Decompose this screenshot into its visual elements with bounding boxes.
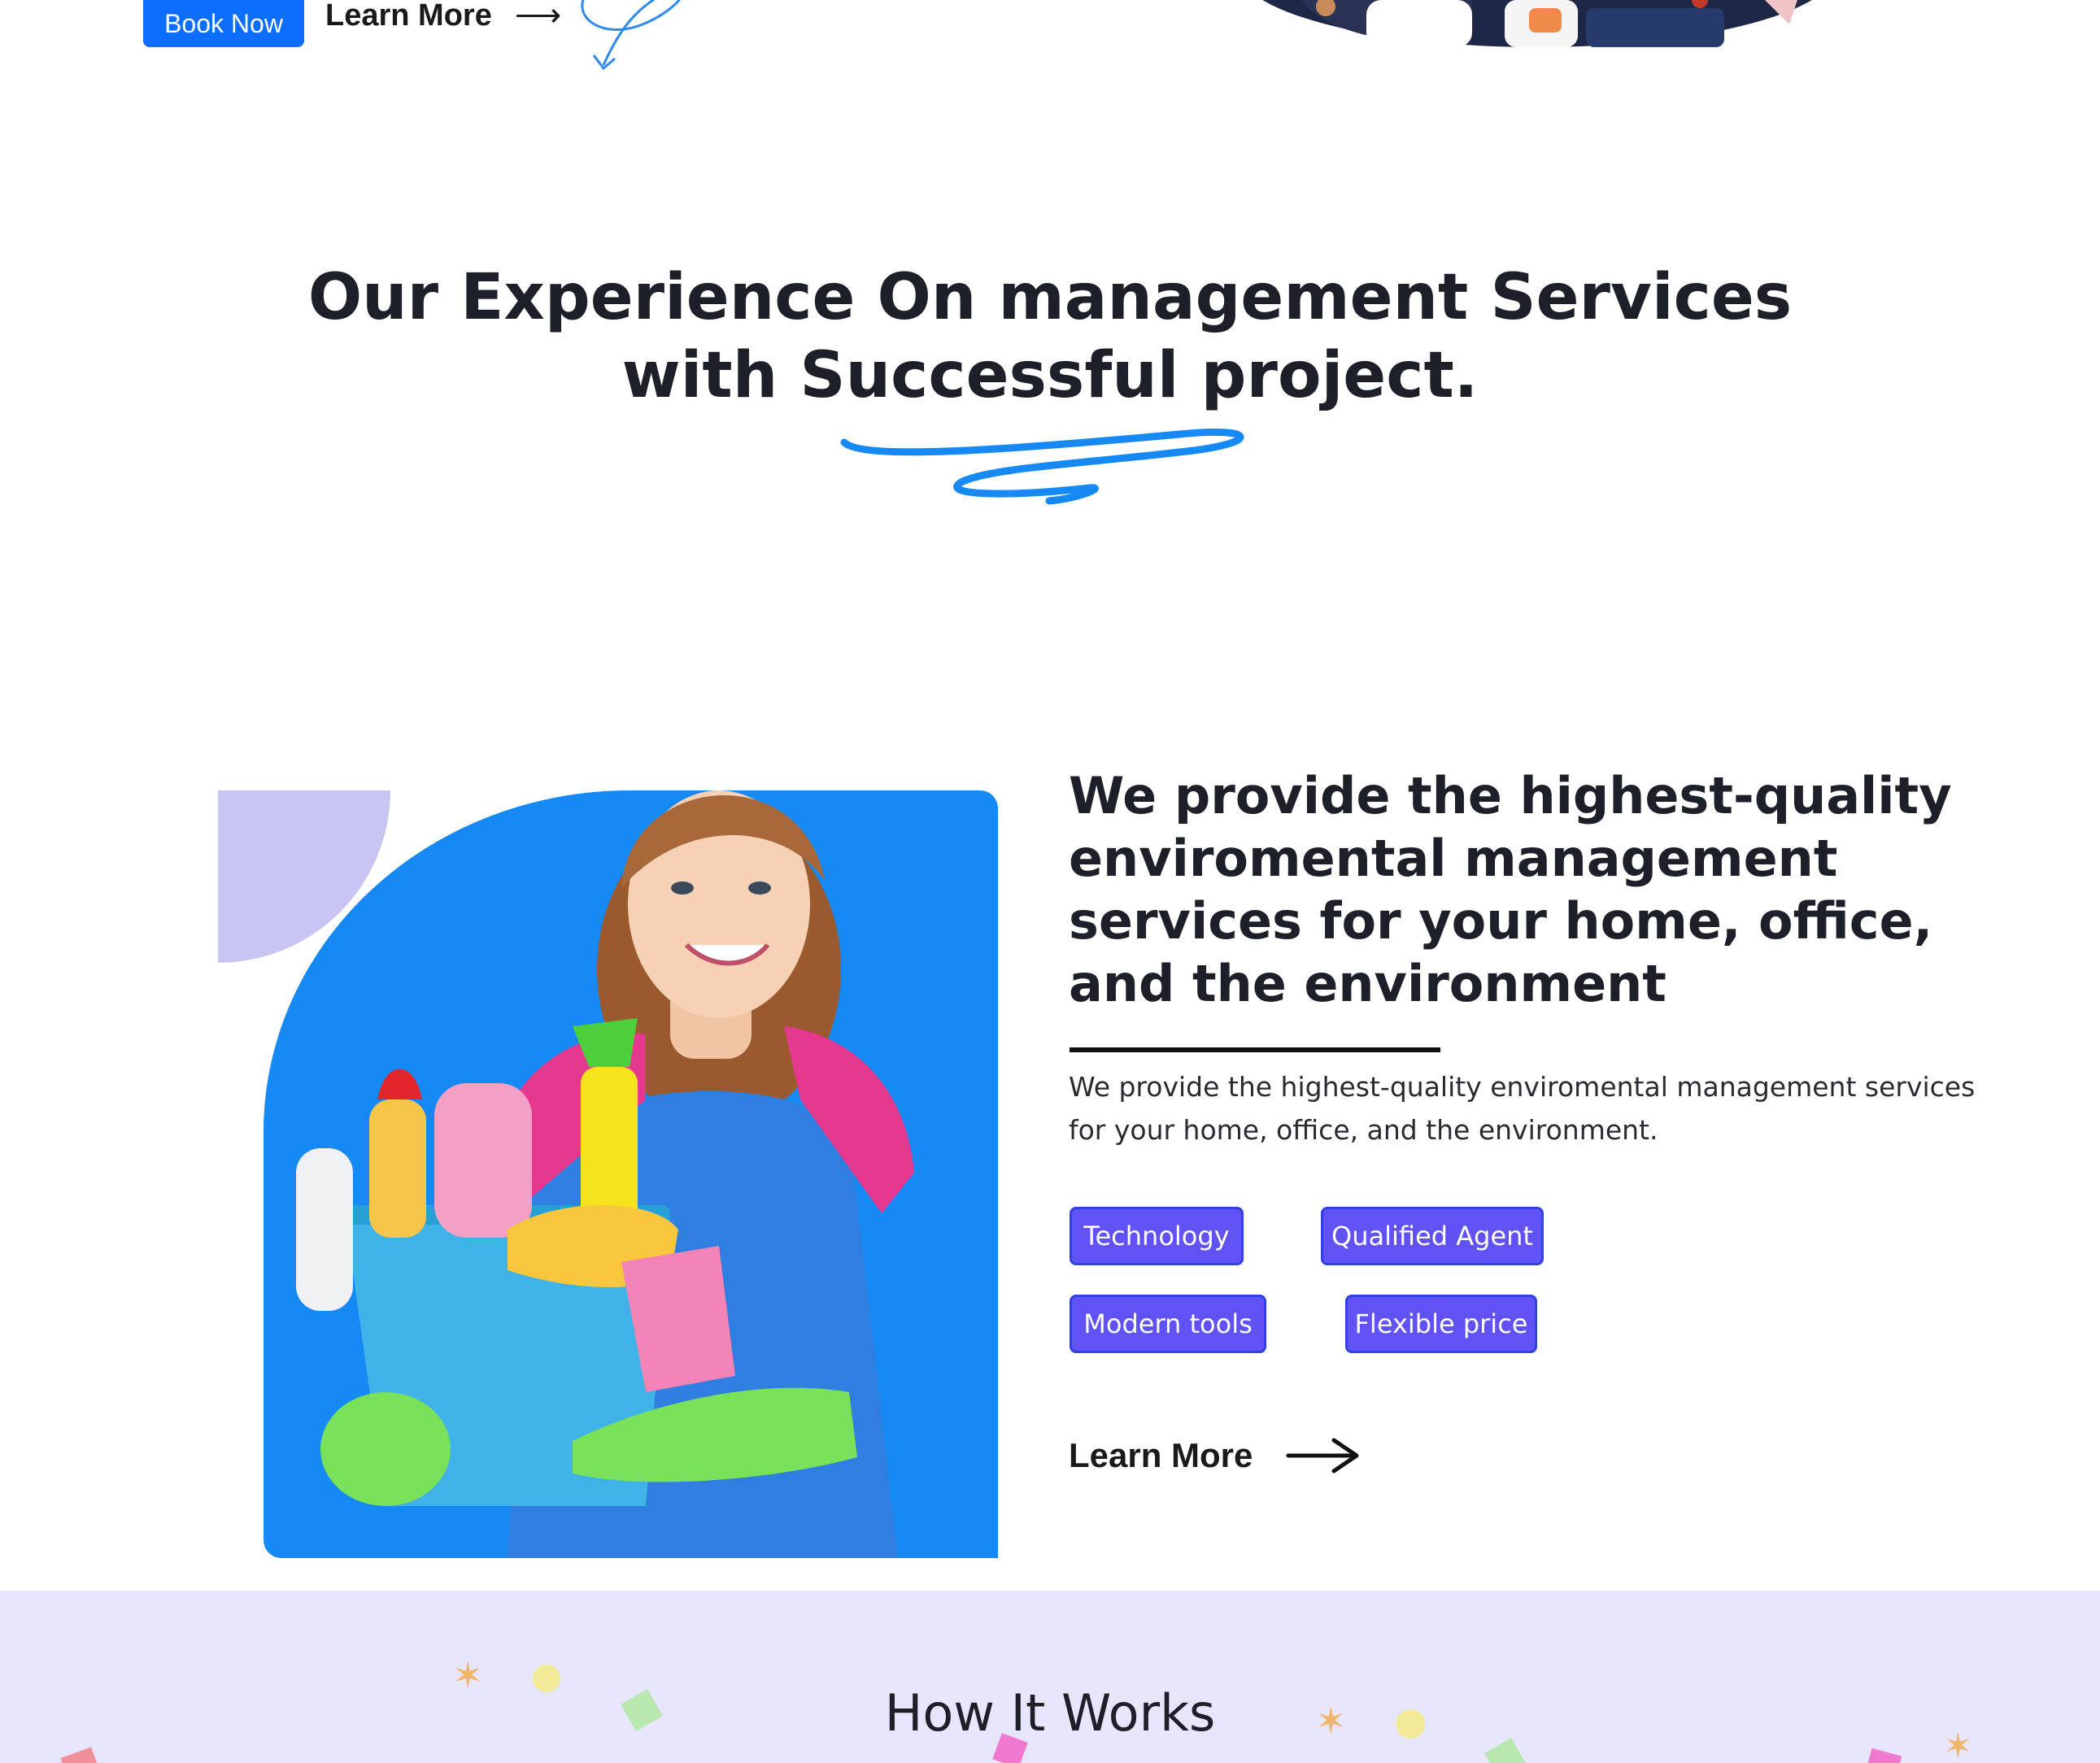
tag-flexible-price[interactable]: Flexible price: [1345, 1295, 1537, 1353]
about-description: We provide the highest-quality enviromen…: [1069, 1071, 1976, 1146]
experience-title: Our Experience On management Services wi…: [0, 259, 2100, 415]
book-now-button[interactable]: Book Now: [143, 0, 304, 47]
cleaner-photo: [264, 790, 998, 1558]
hero-illustration: [1262, 0, 1812, 47]
tag-technology[interactable]: Technology: [1070, 1207, 1244, 1265]
about-heading: We provide the highest-quality enviromen…: [1069, 766, 1952, 1013]
learn-more-link-top[interactable]: Learn More ⟶: [325, 0, 561, 36]
learn-more-label: Learn More: [325, 0, 492, 33]
experience-title-line2: with Successful project.: [621, 339, 1479, 412]
how-it-works-title: How It Works: [884, 1683, 1216, 1743]
scribble-arrow-icon: [581, 0, 681, 71]
about-divider: [1070, 1047, 1440, 1052]
cleaning-woman-illustration: [296, 790, 914, 1558]
learn-more-label: Learn More: [1069, 1436, 1253, 1474]
tag-qualified-agent[interactable]: Qualified Agent: [1321, 1207, 1544, 1265]
arrow-right-icon: ⟶: [514, 0, 562, 33]
tag-modern-tools[interactable]: Modern tools: [1070, 1295, 1266, 1353]
squiggle-underline-icon: [840, 428, 1244, 505]
experience-title-line1: Our Experience On management Services: [307, 261, 1793, 334]
learn-more-link[interactable]: Learn More: [1069, 1431, 1365, 1480]
arrow-right-icon: [1286, 1438, 1359, 1474]
